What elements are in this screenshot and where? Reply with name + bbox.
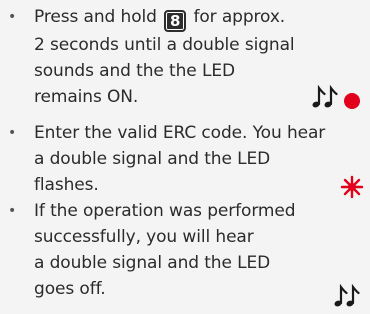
step-1-line-1: Press and hold 8 for approx. <box>34 7 286 32</box>
bullet: • <box>8 125 17 141</box>
key-8-icon: 8 <box>164 10 187 32</box>
step-2-text: Enter the valid ERC code. You hear a dou… <box>34 120 334 198</box>
step-1-line-4: remains ON. <box>34 87 139 107</box>
step-3-line-3: a double signal and the LED <box>34 253 271 273</box>
double-note-icon <box>334 284 360 307</box>
step-1-line-3: sounds and the the LED <box>34 61 235 81</box>
step-3-text: If the operation was performed successfu… <box>34 198 334 302</box>
step-3-line-1: If the operation was performed <box>34 201 296 221</box>
step-2-line-2: a double signal and the LED <box>34 149 271 169</box>
bullet: • <box>8 9 17 25</box>
step-3-line-2: successfully, you will hear <box>34 227 254 247</box>
step-2-line-3: flashes. <box>34 175 99 195</box>
step-2-line-1: Enter the valid ERC code. You hear <box>34 123 326 143</box>
instruction-list: • Press and hold 8 for approx. 2 seconds… <box>0 0 370 314</box>
led-on-icon <box>344 93 360 109</box>
step-1-text: Press and hold 8 for approx. 2 seconds u… <box>34 4 334 110</box>
led-flashing-icon <box>340 175 364 199</box>
double-note-icon <box>312 85 338 108</box>
bullet: • <box>8 203 17 219</box>
step-3-line-4: goes off. <box>34 279 106 299</box>
step-1-line-2: 2 seconds until a double signal <box>34 35 295 55</box>
